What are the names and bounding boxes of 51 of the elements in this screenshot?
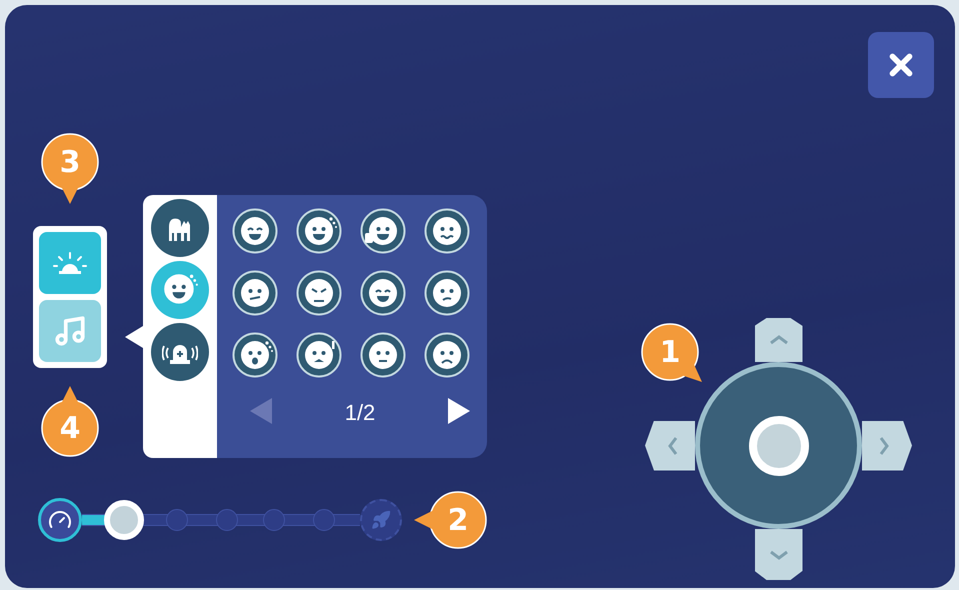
emoji-button[interactable] bbox=[232, 332, 278, 378]
rocket-icon bbox=[360, 499, 402, 541]
emoji-face-icon bbox=[360, 332, 406, 378]
number-callout: 1 bbox=[640, 322, 704, 384]
emoji-face-icon bbox=[360, 270, 406, 316]
emoji-button[interactable] bbox=[424, 208, 470, 254]
number-callout: 4 bbox=[40, 384, 100, 458]
emoji-button[interactable] bbox=[296, 208, 342, 254]
emoji-face-icon bbox=[296, 208, 342, 254]
speed-slider[interactable] bbox=[82, 500, 360, 540]
emoji-face-icon bbox=[360, 208, 406, 254]
step-dot bbox=[312, 509, 335, 531]
triangle-right-icon bbox=[448, 398, 470, 424]
down-arrow-button[interactable] bbox=[754, 529, 802, 580]
alarm-light-icon bbox=[53, 251, 87, 275]
number-callout: 3 bbox=[40, 132, 100, 206]
page-indicator: 1/2 bbox=[344, 400, 376, 426]
emoji-button[interactable] bbox=[360, 208, 406, 254]
slider-thumb[interactable] bbox=[104, 500, 144, 540]
left-arrow-button[interactable] bbox=[645, 420, 695, 470]
right-arrow-button[interactable] bbox=[862, 420, 912, 470]
emoji-button[interactable] bbox=[296, 270, 342, 316]
close-button[interactable] bbox=[868, 32, 934, 98]
emoji-face-icon bbox=[232, 332, 278, 378]
emoji-face-icon bbox=[232, 208, 278, 254]
triangle-left-icon bbox=[250, 398, 272, 424]
emoji-face-icon bbox=[232, 270, 278, 316]
emoji-button[interactable] bbox=[296, 332, 342, 378]
emoji-button[interactable] bbox=[424, 270, 470, 316]
emoji-button[interactable] bbox=[360, 332, 406, 378]
emoji-face-icon bbox=[296, 270, 342, 316]
music-note-icon bbox=[53, 314, 87, 348]
step-dot bbox=[166, 509, 188, 531]
next-page-button[interactable] bbox=[448, 398, 470, 427]
emoji-face-icon bbox=[424, 208, 470, 254]
emoji-button[interactable] bbox=[360, 270, 406, 316]
chevron-down-icon bbox=[768, 550, 788, 560]
emoji-button[interactable] bbox=[232, 270, 278, 316]
emoji-face-icon bbox=[424, 270, 470, 316]
step-dot bbox=[262, 509, 285, 531]
up-arrow-button[interactable] bbox=[754, 318, 802, 362]
chevron-up-icon bbox=[768, 335, 788, 345]
number-callout: 2 bbox=[412, 490, 488, 550]
speedometer-icon bbox=[38, 498, 82, 542]
emoji-face-icon bbox=[296, 332, 342, 378]
chevron-right-icon bbox=[879, 436, 889, 456]
emoji-button[interactable] bbox=[424, 332, 470, 378]
emoji-face-icon bbox=[424, 332, 470, 378]
emoji-button[interactable] bbox=[232, 208, 278, 254]
chevron-left-icon bbox=[668, 436, 678, 456]
step-dot bbox=[216, 509, 238, 531]
